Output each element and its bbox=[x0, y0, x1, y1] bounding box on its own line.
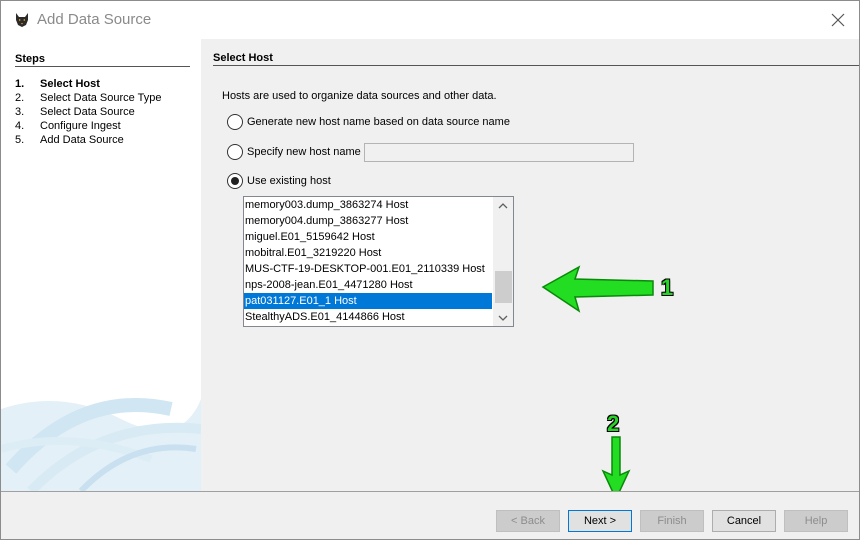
step-number: 5. bbox=[15, 134, 25, 146]
cancel-button[interactable]: Cancel bbox=[712, 510, 776, 532]
list-item[interactable]: memory003.dump_3863274 Host bbox=[244, 197, 492, 213]
list-item[interactable]: MUS-CTF-19-DESKTOP-001.E01_2110339 Host bbox=[244, 261, 492, 277]
window-title: Add Data Source bbox=[37, 11, 152, 28]
generate-host-radio[interactable] bbox=[227, 114, 243, 130]
title-bar: Add Data Source bbox=[1, 1, 859, 39]
step-select-data-source-type: 2. Select Data Source Type bbox=[15, 91, 161, 105]
scroll-down-icon[interactable] bbox=[493, 309, 513, 326]
steps-heading: Steps bbox=[15, 53, 45, 65]
host-list-items: memory003.dump_3863274 Host memory004.du… bbox=[244, 197, 492, 325]
step-configure-ingest: 4. Configure Ingest bbox=[15, 119, 161, 133]
host-list-scrollbar[interactable] bbox=[493, 197, 513, 326]
generate-host-option[interactable]: Generate new host name based on data sou… bbox=[227, 113, 510, 131]
finish-button[interactable]: Finish bbox=[640, 510, 704, 532]
select-host-panel: Select Host Hosts are used to organize d… bbox=[201, 39, 859, 501]
step-select-data-source: 3. Select Data Source bbox=[15, 105, 161, 119]
intro-text: Hosts are used to organize data sources … bbox=[222, 90, 497, 102]
list-item[interactable]: miguel.E01_5159642 Host bbox=[244, 229, 492, 245]
existing-host-list[interactable]: memory003.dump_3863274 Host memory004.du… bbox=[243, 196, 514, 327]
step-number: 4. bbox=[15, 120, 25, 132]
panel-title: Select Host bbox=[213, 52, 273, 64]
scroll-thumb[interactable] bbox=[495, 271, 512, 303]
step-select-host: 1. Select Host bbox=[15, 77, 161, 91]
help-button[interactable]: Help bbox=[784, 510, 848, 532]
wizard-button-bar: < Back Next > Finish Cancel Help bbox=[1, 491, 859, 539]
specify-host-option[interactable]: Specify new host name bbox=[227, 143, 361, 161]
generate-host-label: Generate new host name based on data sou… bbox=[247, 116, 510, 128]
annotation-arrow-left-icon bbox=[541, 265, 654, 313]
step-label: Select Data Source bbox=[40, 106, 135, 118]
existing-host-option[interactable]: Use existing host bbox=[227, 172, 331, 190]
decorative-swoosh bbox=[1, 398, 201, 491]
steps-panel: Steps 1. Select Host 2. Select Data Source… bbox=[1, 39, 201, 491]
add-data-source-dialog: Add Data Source Steps 1. Select Host 2. Se… bbox=[0, 0, 860, 540]
step-label: Select Data Source Type bbox=[40, 92, 162, 104]
step-number: 1. bbox=[15, 78, 25, 90]
existing-host-radio[interactable] bbox=[227, 173, 243, 189]
list-item[interactable]: StealthyADS.E01_4144866 Host bbox=[244, 309, 492, 325]
existing-host-label: Use existing host bbox=[247, 175, 331, 187]
annotation-label-1: 1 bbox=[661, 275, 674, 300]
step-label: Select Host bbox=[40, 78, 100, 90]
selected-list-item[interactable]: pat031127.E01_1 Host bbox=[244, 293, 492, 309]
back-button[interactable]: < Back bbox=[496, 510, 560, 532]
list-item[interactable]: memory004.dump_3863277 Host bbox=[244, 213, 492, 229]
steps-list: 1. Select Host 2. Select Data Source Type … bbox=[15, 77, 161, 147]
next-button[interactable]: Next > bbox=[568, 510, 632, 532]
list-item[interactable]: nps-2008-jean.E01_4471280 Host bbox=[244, 277, 492, 293]
step-add-data-source: 5. Add Data Source bbox=[15, 133, 161, 147]
scroll-up-icon[interactable] bbox=[493, 197, 513, 214]
step-label: Add Data Source bbox=[40, 134, 124, 146]
steps-divider bbox=[15, 66, 190, 67]
annotation-label-2: 2 bbox=[607, 411, 620, 436]
autopsy-dog-icon bbox=[13, 11, 31, 29]
list-item[interactable]: mobitral.E01_3219220 Host bbox=[244, 245, 492, 261]
step-number: 3. bbox=[15, 106, 25, 118]
close-icon[interactable] bbox=[827, 9, 849, 31]
step-number: 2. bbox=[15, 92, 25, 104]
specify-host-radio[interactable] bbox=[227, 144, 243, 160]
step-label: Configure Ingest bbox=[40, 120, 121, 132]
panel-divider bbox=[213, 65, 859, 66]
new-host-name-field[interactable] bbox=[364, 143, 634, 162]
specify-host-label: Specify new host name bbox=[247, 146, 361, 158]
